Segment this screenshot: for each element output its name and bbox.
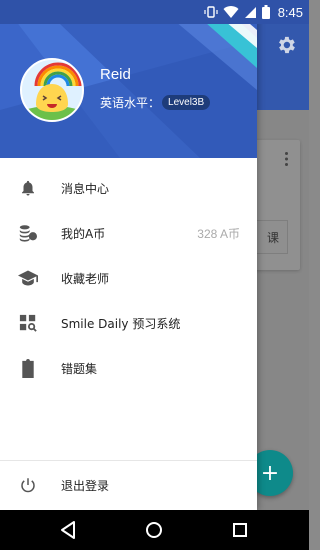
gear-icon[interactable] bbox=[275, 34, 297, 56]
menu-item-favorite-teachers[interactable]: 收藏老师 bbox=[0, 256, 257, 301]
back-icon[interactable] bbox=[58, 520, 78, 540]
logout-button[interactable]: 退出登录 bbox=[0, 463, 257, 508]
wifi-icon bbox=[223, 6, 239, 19]
bell-icon bbox=[18, 178, 38, 198]
level-row: 英语水平： Level3B bbox=[100, 94, 211, 111]
avatar-sun-icon bbox=[22, 60, 82, 120]
avatar[interactable] bbox=[20, 58, 84, 122]
menu-item-message-center[interactable]: 消息中心 bbox=[0, 166, 257, 211]
navigation-drawer: Reid 英语水平： Level3B 消息中心 我的A币 328 A币 收藏老师 bbox=[0, 0, 257, 510]
menu-item-label: 我的A币 bbox=[61, 227, 106, 241]
vibrate-icon bbox=[204, 6, 218, 18]
home-icon[interactable] bbox=[144, 520, 164, 540]
menu-item-label: 消息中心 bbox=[61, 182, 110, 196]
grid-search-icon bbox=[18, 313, 38, 333]
user-name: Reid bbox=[100, 66, 131, 83]
graduation-cap-icon bbox=[18, 268, 38, 288]
status-time: 8:45 bbox=[277, 4, 303, 20]
signal-icon bbox=[244, 6, 256, 18]
recents-icon[interactable] bbox=[230, 520, 250, 540]
menu-item-label: 错题集 bbox=[61, 362, 98, 376]
drawer-menu: 消息中心 我的A币 328 A币 收藏老师 Smile Daily 预习系统 错… bbox=[0, 166, 257, 391]
level-label: 英语水平： bbox=[100, 96, 161, 110]
menu-item-mistakes[interactable]: 错题集 bbox=[0, 346, 257, 391]
level-badge: Level3B bbox=[162, 95, 211, 110]
menu-item-label: Smile Daily 预习系统 bbox=[61, 317, 181, 331]
power-icon bbox=[18, 475, 38, 495]
coin-balance: 328 A币 bbox=[197, 227, 240, 241]
coins-icon bbox=[18, 223, 38, 243]
logout-label: 退出登录 bbox=[61, 479, 110, 493]
clipboard-x-icon bbox=[18, 358, 38, 378]
system-nav-bar bbox=[0, 510, 309, 550]
battery-icon bbox=[261, 5, 270, 19]
menu-item-smile-daily[interactable]: Smile Daily 预习系统 bbox=[0, 301, 257, 346]
status-icons: 8:45 bbox=[204, 0, 303, 24]
drawer-divider bbox=[0, 460, 257, 461]
status-bar: 8:45 bbox=[0, 0, 309, 24]
more-vertical-icon[interactable] bbox=[285, 152, 288, 166]
menu-item-label: 收藏老师 bbox=[61, 272, 110, 286]
menu-item-my-coins[interactable]: 我的A币 328 A币 bbox=[0, 211, 257, 256]
